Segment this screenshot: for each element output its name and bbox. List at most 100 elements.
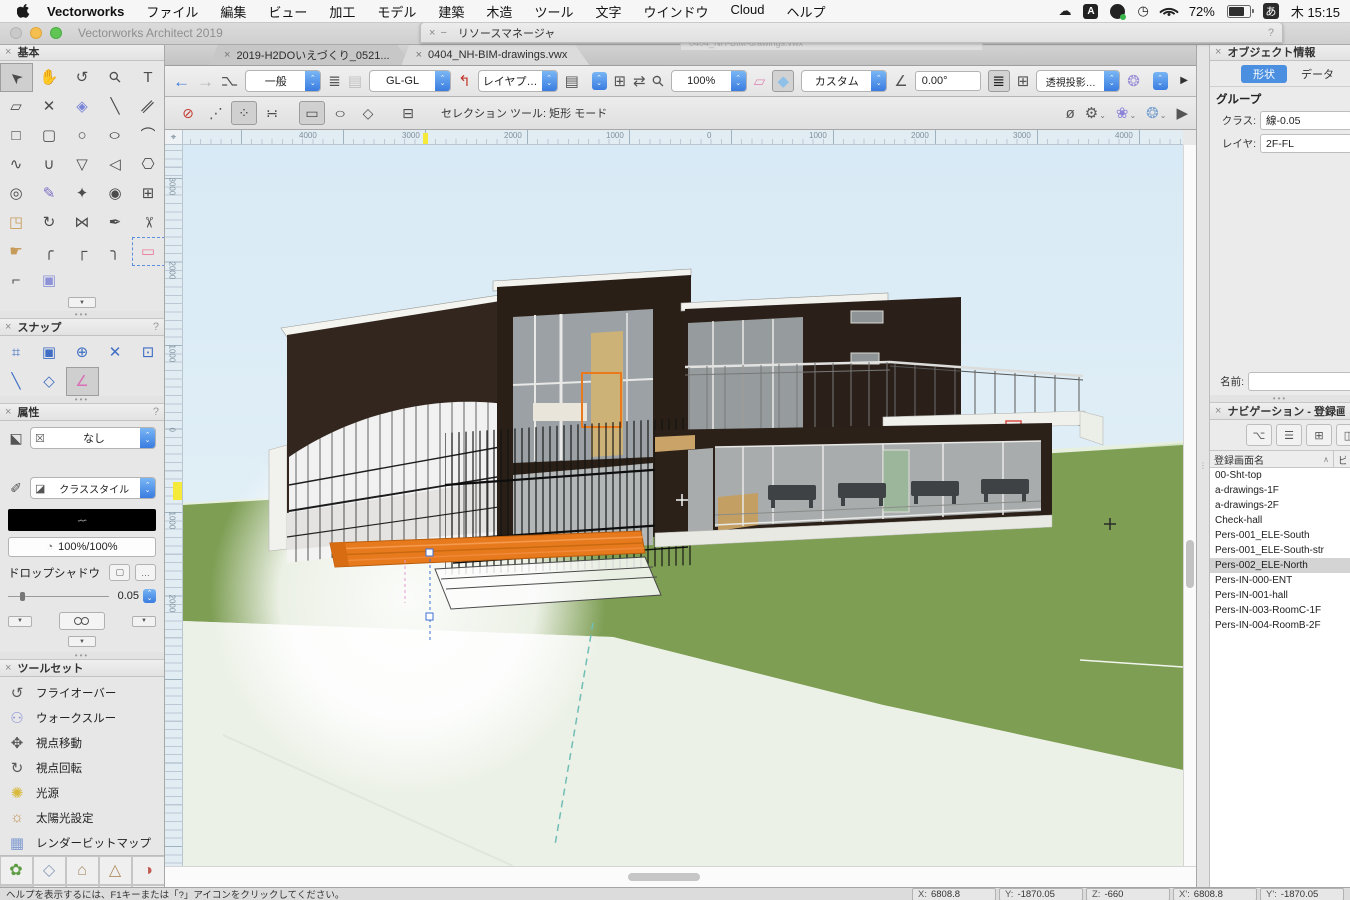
battery-icon[interactable]	[1227, 5, 1251, 18]
basic-tool-button[interactable]: ∿	[0, 150, 33, 179]
clip-cube-icon[interactable]: ▱	[754, 74, 766, 89]
snap-mode-button[interactable]: ⊕	[66, 338, 99, 367]
hide-details-icon[interactable]: ø	[1066, 106, 1075, 121]
basic-tool-button[interactable]: ⌒	[132, 121, 165, 150]
render-flower-icon[interactable]: ❀	[1116, 106, 1136, 121]
line-weight-slider[interactable]	[8, 596, 109, 597]
snap-mode-button[interactable]: ▣	[33, 338, 66, 367]
adobe-icon[interactable]: A	[1083, 4, 1098, 19]
basic-tool-button[interactable]: ✎	[33, 179, 66, 208]
scrollbar-thumb[interactable]	[1186, 540, 1194, 588]
dropdown-stepper[interactable]	[435, 71, 450, 91]
tool-mode-button[interactable]: ▭	[299, 101, 325, 125]
render-mode-button[interactable]: ≣	[988, 70, 1010, 92]
tool-mode-button[interactable]: ⊘	[175, 101, 201, 125]
registered-view-item[interactable]: Pers-002_ELE-North	[1210, 558, 1350, 573]
basic-tool-button[interactable]: ╲	[99, 92, 132, 121]
tool-mode-button[interactable]: ⊟	[395, 101, 421, 125]
close-icon[interactable]: ×	[5, 662, 11, 674]
help-icon[interactable]: ?	[1268, 27, 1274, 39]
tool-mode-button[interactable]: ◇	[355, 101, 381, 125]
ruler-origin-button[interactable]: ⌖	[165, 130, 183, 145]
page-stepper[interactable]	[592, 72, 607, 90]
sort-ascending-icon[interactable]: ∧	[1323, 455, 1329, 464]
zoom-tool-icon[interactable]: ⚲	[649, 72, 667, 90]
menu-item[interactable]: Cloud	[719, 2, 775, 21]
basic-tool-button[interactable]: ✋	[33, 63, 66, 92]
toolset-item[interactable]: ⚇ウォークスルー	[0, 705, 164, 730]
dropdown-stepper[interactable]	[305, 71, 320, 91]
attributes-palette-header[interactable]: × 属性 ?	[0, 404, 164, 421]
registered-view-item[interactable]: Pers-IN-003-RoomC-1F	[1210, 603, 1350, 618]
basic-tool-button[interactable]: ⚲	[99, 63, 132, 92]
basic-tool-button[interactable]: ∥	[132, 92, 165, 121]
basic-tool-button[interactable]: ○	[99, 121, 132, 150]
tool-mode-button[interactable]: ∺	[259, 101, 285, 125]
classes-mode-icon[interactable]: ◫	[1336, 424, 1350, 446]
toolset-item[interactable]: ↺フライオーバー	[0, 680, 164, 705]
basic-tool-button[interactable]: ◈	[66, 92, 99, 121]
attr-flyout-right[interactable]: ▼	[132, 616, 156, 627]
projection-dropdown[interactable]: 透視投影…	[1036, 70, 1120, 92]
close-icon[interactable]: ×	[1215, 46, 1221, 58]
document-tab[interactable]: ×0404_NH-BIM-drawings.vwx	[402, 44, 590, 65]
basic-tool-button[interactable]: ✕	[33, 92, 66, 121]
menu-item[interactable]: ビュー	[257, 2, 318, 21]
pen-style-icon[interactable]: ✐	[8, 480, 24, 497]
close-icon[interactable]: ×	[416, 49, 422, 61]
registered-view-item[interactable]: a-drawings-2F	[1210, 498, 1350, 513]
tab-data[interactable]: データ	[1289, 65, 1346, 83]
toolset-item[interactable]: ▦レンダービットマップ	[0, 830, 164, 855]
basic-tool-button[interactable]: ╮	[99, 237, 132, 266]
tool-mode-button[interactable]: ○	[327, 101, 353, 125]
basic-tool-button[interactable]: ◉	[99, 179, 132, 208]
basic-tool-button[interactable]: ☛	[0, 237, 33, 266]
render-style-stepper[interactable]	[1153, 72, 1168, 90]
drop-shadow-toggle[interactable]: ▢	[109, 564, 130, 581]
document-tab[interactable]: ×2019-H2DOいえづくり_0521...	[210, 44, 412, 65]
basic-tool-button[interactable]: ⎔	[132, 150, 165, 179]
line-weight-stepper[interactable]	[143, 589, 156, 603]
toolset-item[interactable]: ✺光源	[0, 780, 164, 805]
toolset-category-button[interactable]: ⌂	[66, 856, 99, 885]
basic-tool-button[interactable]: ○	[66, 121, 99, 150]
registered-views-column-header[interactable]: 登録画面名 ∧ ビ	[1210, 450, 1350, 468]
menu-item[interactable]: 編集	[209, 2, 257, 21]
menu-item[interactable]: 加工	[318, 2, 366, 21]
document-setup-icon[interactable]: ⊞	[614, 74, 627, 89]
saved-view-dropdown[interactable]: 一般	[245, 70, 321, 92]
layers-icon[interactable]: ≣	[328, 74, 341, 89]
basic-tool-button[interactable]: ⊞	[132, 179, 165, 208]
zoom-level-dropdown[interactable]: 100%	[671, 70, 747, 92]
snap-mode-button[interactable]: ✕	[99, 338, 132, 367]
object-info-palette-header[interactable]: × オブジェクト情報	[1210, 44, 1350, 61]
toolset-item[interactable]: ☼太陽光設定	[0, 805, 164, 830]
snap-mode-button[interactable]: ⊡	[132, 338, 165, 367]
creative-cloud-icon[interactable]	[1110, 4, 1125, 19]
layer-dropdown[interactable]: 2F-FL	[1260, 134, 1350, 153]
registered-views-list[interactable]: 00-Sht-topa-drawings-1Fa-drawings-2FChec…	[1210, 468, 1350, 887]
close-window-button[interactable]	[10, 27, 22, 39]
toolset-category-button[interactable]: ◇	[33, 856, 66, 885]
close-icon[interactable]: ×	[1215, 405, 1221, 417]
basic-tool-button[interactable]: T	[132, 63, 165, 92]
basic-tool-button[interactable]: □	[0, 121, 33, 150]
registered-view-item[interactable]: Pers-IN-000-ENT	[1210, 573, 1350, 588]
vertical-scrollbar[interactable]	[1183, 145, 1196, 866]
dropdown-stepper[interactable]	[871, 71, 886, 91]
close-icon[interactable]: ×	[5, 406, 11, 418]
palette-drag-handle[interactable]: •••	[0, 396, 164, 404]
fill-type-dropdown[interactable]: ☒ なし	[30, 427, 156, 449]
snap-mode-button[interactable]: ∠	[66, 367, 99, 396]
toolset-category-button[interactable]: ◑	[132, 856, 165, 885]
close-icon[interactable]: ×	[429, 27, 435, 39]
attr-flyout-left[interactable]: ▼	[8, 616, 32, 627]
name-input[interactable]	[1248, 372, 1350, 391]
resource-manager-window-bar[interactable]: × − リソースマネージャ ?	[420, 22, 1283, 43]
dropdown-stepper[interactable]	[731, 71, 746, 91]
navigation-palette-header[interactable]: × ナビゲーション - 登録画...	[1210, 403, 1350, 420]
fill-style-icon[interactable]: ⬕	[8, 430, 24, 447]
drop-shadow-options-button[interactable]: …	[135, 564, 156, 581]
dropdown-stepper[interactable]	[140, 478, 155, 498]
basic-tool-button[interactable]: ▢	[33, 121, 66, 150]
